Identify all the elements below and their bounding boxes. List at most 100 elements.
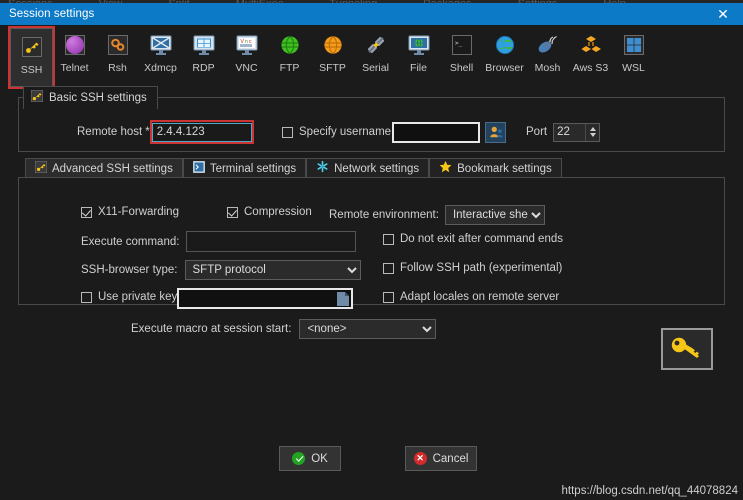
remote-host-input[interactable] — [152, 123, 252, 142]
protocol-label: VNC — [235, 62, 257, 74]
protocol-wsl[interactable]: WSL — [612, 28, 655, 74]
do-not-exit-label: Do not exit after command ends — [400, 233, 563, 245]
compression-label: Compression — [244, 206, 312, 218]
ssh-key-icon — [19, 34, 45, 60]
port-input[interactable] — [554, 124, 585, 141]
protocol-bar: SSH Telnet Rsh Xdmcp RDP Vnc VNC FTP SFTP Serial F… — [10, 28, 733, 91]
protocol-mosh[interactable]: Mosh — [526, 28, 569, 74]
protocol-label: Shell — [450, 62, 473, 74]
tab-label: Bookmark settings — [457, 163, 552, 175]
vnc-monitor-icon: Vnc — [234, 32, 260, 58]
ok-button-label: OK — [311, 453, 328, 465]
file-monitor-icon — [406, 32, 432, 58]
sftp-globe-icon — [320, 32, 346, 58]
protocol-shell[interactable]: >_ Shell — [440, 28, 483, 74]
remote-environment-select[interactable]: Interactive shell — [445, 205, 545, 225]
do-not-exit-checkbox[interactable] — [383, 234, 394, 245]
execute-command-input[interactable] — [186, 231, 356, 252]
required-marker: * — [145, 126, 149, 138]
ok-button[interactable]: OK — [279, 446, 341, 471]
tab-advanced-ssh-settings[interactable]: Advanced SSH settings — [25, 158, 183, 178]
shell-terminal-icon: >_ — [449, 32, 475, 58]
protocol-xdmcp[interactable]: Xdmcp — [139, 28, 182, 74]
protocol-label: RDP — [192, 62, 214, 74]
protocol-label: Telnet — [60, 62, 88, 74]
follow-ssh-path-label: Follow SSH path (experimental) — [400, 262, 562, 274]
protocol-rsh[interactable]: Rsh — [96, 28, 139, 74]
stepper-down-icon[interactable] — [590, 133, 596, 137]
protocol-aws-s3[interactable]: Aws S3 — [569, 28, 612, 74]
private-key-path-input[interactable] — [177, 288, 353, 309]
close-icon[interactable]: ✕ — [703, 3, 743, 25]
remote-host-highlight — [152, 122, 252, 142]
browse-file-icon[interactable] — [337, 292, 349, 311]
basic-ssh-settings-row: Remote host * Specify username — [19, 114, 724, 150]
protocol-sftp[interactable]: SFTP — [311, 28, 354, 74]
ssh-key-illustration — [661, 328, 713, 370]
protocol-vnc[interactable]: Vnc VNC — [225, 28, 268, 74]
protocol-label: Rsh — [108, 62, 127, 74]
compression-checkbox[interactable] — [227, 207, 238, 218]
window-title: Session settings — [0, 8, 94, 20]
rdp-monitor-icon — [191, 32, 217, 58]
protocol-rdp[interactable]: RDP — [182, 28, 225, 74]
check-icon — [292, 452, 305, 465]
ssh-browser-type-label: SSH-browser type: — [81, 264, 178, 276]
aws-s3-cubes-icon — [578, 32, 604, 58]
execute-command-label: Execute command: — [81, 236, 179, 248]
protocol-label: SFTP — [319, 62, 346, 74]
execute-macro-label: Execute macro at session start: — [131, 323, 291, 335]
tab-bookmark-settings[interactable]: Bookmark settings — [429, 158, 562, 178]
protocol-browser[interactable]: Browser — [483, 28, 526, 74]
follow-ssh-path-checkbox[interactable] — [383, 263, 394, 274]
xdmcp-monitor-icon — [148, 32, 174, 58]
tab-label: Network settings — [334, 163, 419, 175]
rsh-gears-icon — [105, 32, 131, 58]
protocol-label: Serial — [362, 62, 389, 74]
protocol-ftp[interactable]: FTP — [268, 28, 311, 74]
ssh-browser-type-select[interactable]: SFTP protocol — [185, 260, 361, 280]
ssh-key-icon — [31, 89, 43, 107]
tab-label: Advanced SSH settings — [52, 163, 173, 175]
adapt-locales-checkbox[interactable] — [383, 292, 394, 303]
session-settings-dialog: SessionsViewSplitMultiExecTunnelingPacka… — [0, 0, 743, 500]
stepper-up-icon[interactable] — [590, 127, 596, 131]
ftp-globe-icon — [277, 32, 303, 58]
mosh-dish-icon — [535, 32, 561, 58]
protocol-label: Aws S3 — [573, 62, 608, 74]
x11-forwarding-checkbox[interactable] — [81, 207, 92, 218]
protocol-file[interactable]: File — [397, 28, 440, 74]
tab-label: Terminal settings — [210, 163, 296, 175]
specify-username-checkbox[interactable] — [282, 127, 293, 138]
x11-forwarding-label: X11-Forwarding — [98, 206, 179, 218]
key-icon — [35, 160, 47, 178]
basic-ssh-settings-group: Basic SSH settings Remote host * S — [18, 97, 725, 152]
port-stepper-buttons[interactable] — [585, 124, 599, 141]
execute-macro-select[interactable]: <none> — [299, 319, 436, 339]
remote-environment-label: Remote environment: — [329, 209, 439, 221]
wsl-window-icon — [621, 32, 647, 58]
protocol-ssh[interactable]: SSH — [10, 28, 53, 87]
cancel-button[interactable]: ✕ Cancel — [405, 446, 477, 471]
port-stepper[interactable] — [553, 123, 600, 142]
tab-terminal-settings[interactable]: Terminal settings — [183, 158, 306, 178]
cancel-button-label: Cancel — [433, 453, 469, 465]
browser-globe-icon — [492, 32, 518, 58]
tab-network-settings[interactable]: Network settings — [306, 158, 429, 178]
select-user-icon[interactable] — [485, 122, 506, 143]
protocol-label: Xdmcp — [144, 62, 177, 74]
network-icon — [316, 160, 329, 178]
use-private-key-checkbox[interactable] — [81, 292, 92, 303]
remote-host-label: Remote host — [77, 126, 142, 138]
protocol-label: File — [410, 62, 427, 74]
port-label: Port — [526, 126, 547, 138]
specify-username-label: Specify username — [299, 126, 391, 138]
advanced-ssh-settings-panel: X11-Forwarding Compression Remote enviro… — [18, 177, 725, 305]
protocol-serial[interactable]: Serial — [354, 28, 397, 74]
basic-ssh-settings-title: Basic SSH settings — [49, 92, 147, 104]
serial-cable-icon — [363, 32, 389, 58]
large-key-icon — [670, 336, 704, 362]
adapt-locales-label: Adapt locales on remote server — [400, 291, 559, 303]
username-input[interactable] — [392, 122, 480, 143]
protocol-telnet[interactable]: Telnet — [53, 28, 96, 74]
